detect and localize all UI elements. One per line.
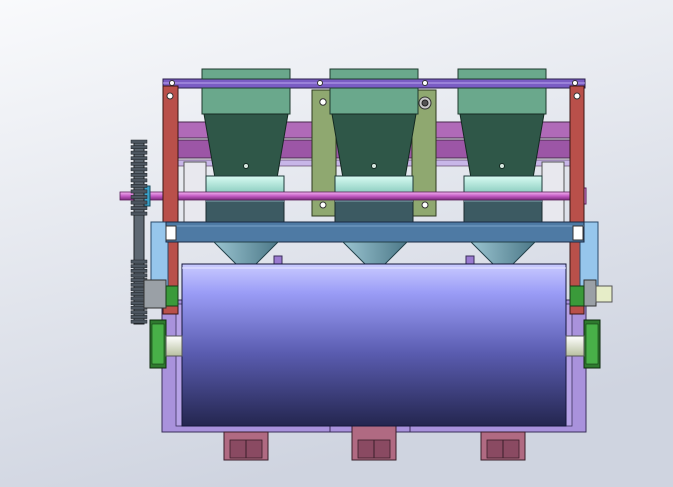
sprocket-tooth bbox=[130, 172, 148, 177]
sprocket-tooth bbox=[130, 264, 148, 269]
sprocket-tooth bbox=[130, 319, 148, 324]
foot-left bbox=[223, 431, 269, 461]
sprocket-tooth bbox=[130, 167, 148, 172]
sprocket-tooth bbox=[130, 178, 148, 183]
sprocket-tooth bbox=[130, 211, 148, 216]
sprocket-tooth bbox=[130, 310, 148, 315]
sprocket-tooth bbox=[130, 145, 148, 149]
sprocket-tooth bbox=[130, 273, 148, 278]
cross-beam bbox=[165, 221, 585, 243]
sprocket-tooth bbox=[130, 189, 148, 194]
sprocket-tooth bbox=[130, 206, 148, 210]
foot-right bbox=[480, 431, 526, 461]
cad-viewport[interactable] bbox=[0, 0, 673, 487]
top-bar bbox=[162, 78, 586, 89]
sprocket-tooth bbox=[130, 139, 148, 144]
seeder-assembly-drawing bbox=[0, 0, 673, 487]
sprocket-tooth bbox=[130, 184, 148, 188]
foot-middle bbox=[351, 425, 397, 461]
sprocket-tooth bbox=[130, 156, 148, 161]
sprocket-tooth bbox=[130, 200, 148, 205]
sprocket-tooth bbox=[130, 150, 148, 155]
sprocket-tooth bbox=[130, 195, 148, 199]
sprocket-tooth bbox=[130, 268, 148, 273]
press-roller bbox=[181, 263, 567, 427]
sprocket-tooth bbox=[130, 259, 148, 264]
sprocket-tooth bbox=[130, 161, 148, 166]
sprocket-tooth bbox=[130, 315, 148, 319]
